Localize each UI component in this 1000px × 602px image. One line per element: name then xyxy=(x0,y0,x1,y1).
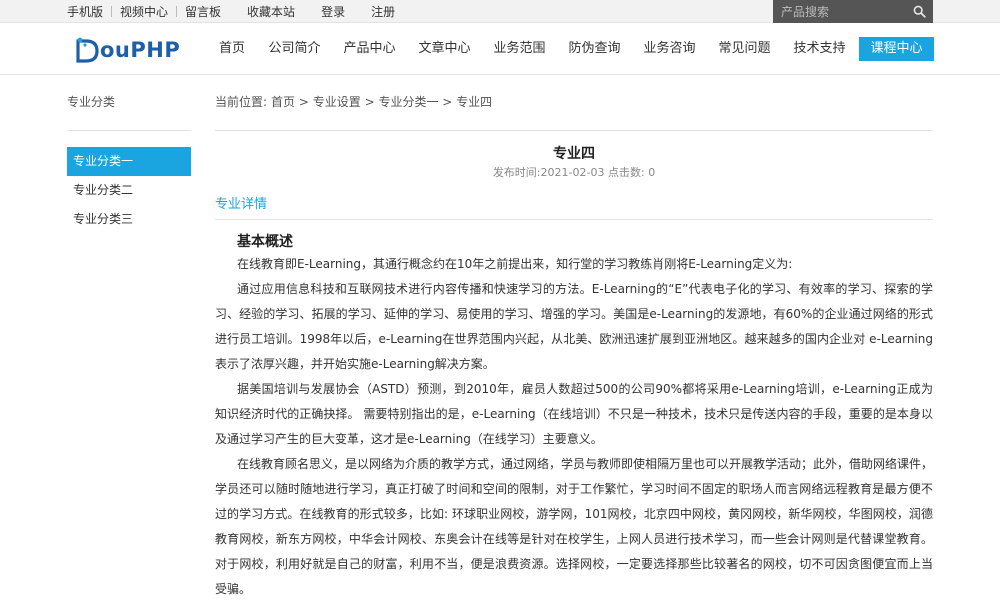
top-links: 手机版 视频中心 留言板 收藏本站 登录 注册 xyxy=(67,0,403,23)
nav-courses[interactable]: 课程中心 xyxy=(859,37,934,61)
breadcrumb-category-1[interactable]: 专业分类一 xyxy=(378,94,438,110)
sidebar-title: 专业分类 xyxy=(67,95,116,109)
breadcrumb-major-settings[interactable]: 专业设置 xyxy=(313,94,361,110)
detail-heading: 专业详情 xyxy=(215,197,268,212)
article-paragraph: 通过应用信息科技和互联网技术进行内容传播和快速学习的方法。E-Learning的… xyxy=(215,282,933,371)
article-paragraph: 据美国培训与发展协会（ASTD）预测，到2010年，雇员人数超过500的公司90… xyxy=(215,382,933,446)
product-search xyxy=(773,0,933,23)
logo-mark-icon xyxy=(76,37,99,63)
logo-text: ouPHP xyxy=(100,38,181,62)
category-sidebar: 专业分类 专业分类一 专业分类二 专业分类三 xyxy=(67,94,191,234)
clicks-count: 0 xyxy=(648,166,656,179)
sidebar-item-category-2[interactable]: 专业分类二 xyxy=(67,176,191,205)
search-icon[interactable] xyxy=(913,5,926,18)
breadcrumb-separator: > xyxy=(438,95,457,109)
nav-faq[interactable]: 常见问题 xyxy=(707,37,782,61)
nav-about[interactable]: 公司简介 xyxy=(257,37,332,61)
section-title: 基本概述 xyxy=(237,234,293,250)
search-input[interactable] xyxy=(773,4,903,19)
bookmark-link[interactable]: 收藏本站 xyxy=(239,6,303,18)
main-content: 当前位置: 首页 > 专业设置 > 专业分类一 > 专业四 专业四 发布时间:2… xyxy=(215,94,933,602)
breadcrumb: 当前位置: 首页 > 专业设置 > 专业分类一 > 专业四 xyxy=(215,94,933,110)
breadcrumb-separator: > xyxy=(295,95,313,109)
site-logo[interactable]: ouPHP xyxy=(75,35,180,65)
clicks-label: 点击数: xyxy=(607,166,645,179)
nav-business[interactable]: 业务范围 xyxy=(482,37,557,61)
sidebar-item-category-1[interactable]: 专业分类一 xyxy=(67,147,191,176)
breadcrumb-prefix: 当前位置: xyxy=(215,95,268,109)
article-title: 专业四 xyxy=(553,146,595,162)
nav-home[interactable]: 首页 xyxy=(207,37,257,61)
site-header: ouPHP 首页 公司简介 产品中心 文章中心 业务范围 防伪查询 业务咨询 常… xyxy=(0,23,1000,75)
nav-products[interactable]: 产品中心 xyxy=(332,37,407,61)
register-link[interactable]: 注册 xyxy=(363,6,403,18)
breadcrumb-separator: > xyxy=(360,95,379,109)
login-link[interactable]: 登录 xyxy=(313,6,353,18)
article-paragraph: 在线教育顾名思义，是以网络为介质的教学方式，通过网络，学员与教师即使相隔万里也可… xyxy=(215,457,934,596)
main-nav: 首页 公司简介 产品中心 文章中心 业务范围 防伪查询 业务咨询 常见问题 技术… xyxy=(207,37,934,61)
nav-consult[interactable]: 业务咨询 xyxy=(632,37,707,61)
nav-articles[interactable]: 文章中心 xyxy=(407,37,482,61)
article-meta: 发布时间:2021-02-03 点击数: 0 xyxy=(215,166,933,180)
nav-support[interactable]: 技术支持 xyxy=(782,37,857,61)
article-paragraph: 在线教育即E-Learning，其通行概念约在10年之前提出来，知行堂的学习教练… xyxy=(237,257,793,271)
divider xyxy=(215,219,933,220)
breadcrumb-current: 专业四 xyxy=(456,95,493,109)
mobile-link[interactable]: 手机版 xyxy=(67,6,111,18)
guestbook-link[interactable]: 留言板 xyxy=(177,6,229,18)
nav-anti-counterfeit[interactable]: 防伪查询 xyxy=(557,37,632,61)
sidebar-item-category-3[interactable]: 专业分类三 xyxy=(67,205,191,234)
publish-label: 发布时间: xyxy=(492,166,541,179)
breadcrumb-home[interactable]: 首页 xyxy=(271,94,295,110)
top-bar: 手机版 视频中心 留言板 收藏本站 登录 注册 xyxy=(0,0,1000,23)
divider xyxy=(215,130,933,131)
video-center-link[interactable]: 视频中心 xyxy=(112,6,176,18)
publish-date: 2021-02-03 xyxy=(540,166,605,179)
